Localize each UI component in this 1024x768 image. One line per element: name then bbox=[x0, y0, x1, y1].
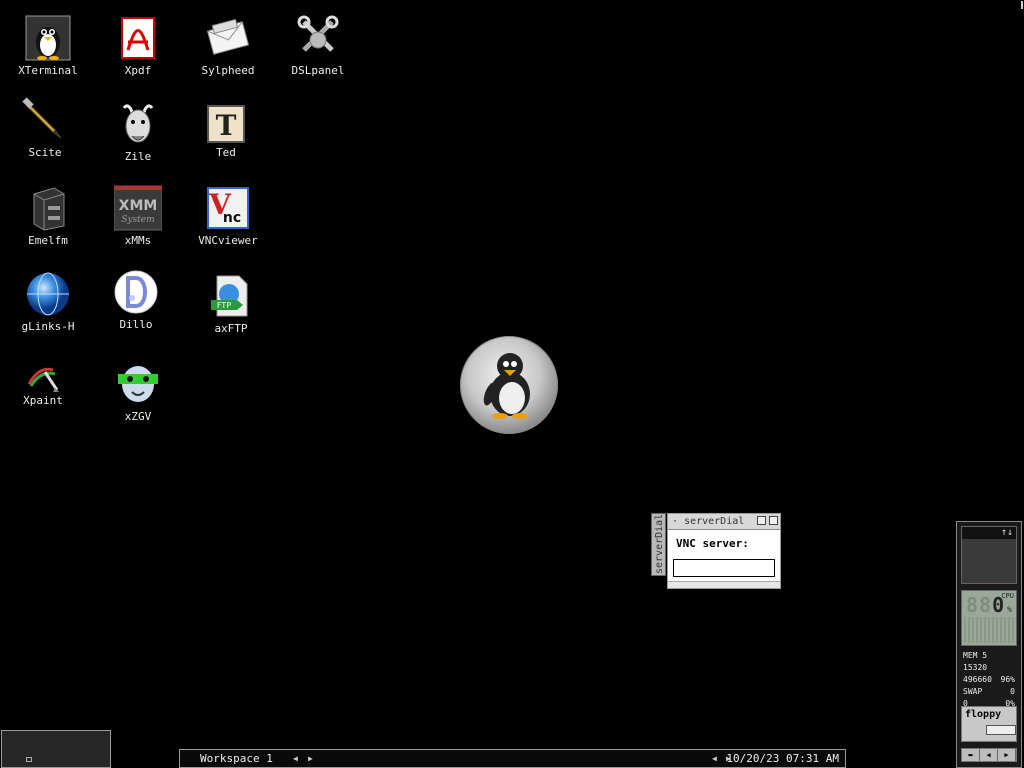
icon-label: gLinks-H bbox=[21, 320, 75, 333]
xzgv-desktop-icon[interactable]: xZGV bbox=[103, 360, 173, 423]
icon-label: DSLpanel bbox=[291, 64, 345, 77]
cpu-unit: % bbox=[1007, 605, 1012, 614]
swap-used: 0 bbox=[1010, 687, 1015, 696]
tools-wrench-icon bbox=[294, 14, 342, 62]
icon-label: Scite bbox=[28, 146, 62, 159]
mem-label: MEM bbox=[963, 651, 978, 660]
icon-label: xZGV bbox=[124, 410, 152, 423]
dillo-logo-icon bbox=[112, 268, 160, 316]
axftp-desktop-icon[interactable]: FTP axFTP bbox=[196, 272, 266, 335]
xterminal-desktop-icon[interactable]: XTerminal bbox=[13, 14, 83, 77]
dillo-desktop-icon[interactable]: Dillo bbox=[101, 268, 171, 331]
maximize-icon[interactable] bbox=[769, 516, 778, 525]
svg-text:nc: nc bbox=[223, 210, 241, 226]
server-dialog-side-tab[interactable]: serverDial bbox=[651, 513, 666, 576]
pager-window-marker bbox=[26, 757, 32, 762]
xmms-desktop-icon[interactable]: XMM System xMMs bbox=[103, 184, 173, 247]
prev-workspace-arrow-icon[interactable]: ◀ bbox=[293, 750, 298, 767]
mail-envelope-icon bbox=[204, 14, 252, 62]
icon-label: VNCviewer bbox=[198, 234, 258, 247]
icon-label: Sylpheed bbox=[201, 64, 255, 77]
icon-label: Xpaint bbox=[23, 394, 63, 407]
window-bottom-handle[interactable] bbox=[668, 581, 780, 588]
mem-free: 496660 bbox=[963, 675, 992, 684]
window-titlebar[interactable]: · serverDial bbox=[668, 514, 780, 530]
mem-pct: 96% bbox=[1000, 675, 1015, 684]
next-icon[interactable]: ▶ bbox=[998, 749, 1016, 761]
penguin-terminal-icon bbox=[24, 14, 72, 62]
updown-arrows-icon[interactable]: ↑↓ bbox=[1001, 527, 1013, 538]
cpu-reading: 880 bbox=[966, 593, 1006, 617]
window-title: serverDial bbox=[684, 516, 745, 527]
ftp-document-icon: FTP bbox=[207, 272, 255, 320]
vncviewer-desktop-icon[interactable]: V nc VNCviewer bbox=[193, 184, 263, 247]
workspace-label[interactable]: Workspace 1 bbox=[200, 750, 273, 767]
dslpanel-desktop-icon[interactable]: DSLpanel bbox=[283, 14, 353, 77]
svg-text:FTP: FTP bbox=[217, 301, 231, 310]
svg-text:XMM: XMM bbox=[119, 198, 158, 214]
pen-nib-icon bbox=[21, 96, 69, 144]
memory-monitor: MEM 5 15320 496660 96% SWAP 0 0 0% bbox=[961, 650, 1017, 708]
window-menu-dot[interactable]: · bbox=[672, 516, 678, 527]
prev-task-arrow-icon[interactable]: ◀ bbox=[712, 750, 717, 767]
zile-desktop-icon[interactable]: Zile bbox=[103, 100, 173, 163]
taskbar: Workspace 1 ◀ ▶ ◀ ▶ 10/20/23 07:31 AM bbox=[179, 749, 846, 768]
globe-icon bbox=[24, 270, 72, 318]
xpdf-desktop-icon[interactable]: Xpdf bbox=[103, 14, 173, 77]
svg-text:System: System bbox=[121, 215, 154, 225]
icon-label: XTerminal bbox=[18, 64, 78, 77]
file-cabinet-icon bbox=[24, 184, 72, 232]
alien-face-icon bbox=[114, 360, 162, 408]
glinks-desktop-icon[interactable]: gLinks-H bbox=[13, 270, 83, 333]
xmms-logo-icon: XMM System bbox=[113, 184, 163, 232]
prev-icon[interactable]: ◀ bbox=[980, 749, 998, 761]
vnc-logo-icon: V nc bbox=[204, 184, 252, 232]
side-tab-label: serverDial bbox=[654, 513, 665, 574]
eject-icon[interactable]: ▬ bbox=[962, 749, 980, 761]
icon-label: Dillo bbox=[119, 318, 153, 331]
scite-desktop-icon[interactable]: Scite bbox=[10, 96, 80, 159]
minimize-icon[interactable] bbox=[757, 516, 766, 525]
emelfm-desktop-icon[interactable]: Emelfm bbox=[13, 184, 83, 247]
next-workspace-arrow-icon[interactable]: ▶ bbox=[308, 750, 313, 767]
icon-label: Xpdf bbox=[124, 64, 152, 77]
dockapp-panel: ↑↓ 880 CPU % MEM 5 15320 496660 96% SWAP 0… bbox=[956, 521, 1022, 768]
swap-label: SWAP bbox=[963, 687, 983, 696]
svg-text:T: T bbox=[216, 109, 237, 142]
xpaint-desktop-icon[interactable]: Xpaint bbox=[8, 362, 78, 407]
workspace-pager[interactable] bbox=[1, 730, 111, 768]
cpu-monitor: 880 CPU % bbox=[961, 590, 1017, 646]
corner-marker bbox=[1021, 1, 1023, 9]
dock-top-slot[interactable]: ↑↓ bbox=[961, 526, 1017, 584]
paintbrush-icon bbox=[19, 362, 67, 392]
icon-label: Ted bbox=[216, 146, 236, 159]
pdf-icon bbox=[114, 14, 162, 62]
floppy-mount[interactable]: floppy bbox=[961, 706, 1017, 742]
gnu-head-icon bbox=[114, 100, 162, 148]
icon-label: Zile bbox=[124, 150, 152, 163]
floppy-slot-icon bbox=[986, 725, 1016, 735]
vnc-server-input[interactable] bbox=[673, 559, 775, 577]
icon-label: Emelfm bbox=[28, 234, 68, 247]
icon-label: axFTP bbox=[214, 322, 248, 335]
ted-desktop-icon[interactable]: T Ted bbox=[191, 104, 261, 159]
server-dialog-window: · serverDial VNC server: bbox=[667, 513, 781, 589]
penguin-logo bbox=[460, 336, 558, 434]
cpu-graph bbox=[964, 617, 1014, 643]
floppy-label: floppy bbox=[965, 709, 1002, 720]
vnc-server-label: VNC server: bbox=[676, 537, 749, 550]
cpu-label: CPU bbox=[1001, 592, 1014, 600]
sylpheed-desktop-icon[interactable]: Sylpheed bbox=[193, 14, 263, 77]
dock-controls: ▬ ◀ ▶ bbox=[961, 748, 1017, 762]
letter-t-icon: T bbox=[206, 104, 246, 144]
icon-label: xMMs bbox=[124, 234, 152, 247]
clock: 10/20/23 07:31 AM bbox=[726, 752, 839, 765]
